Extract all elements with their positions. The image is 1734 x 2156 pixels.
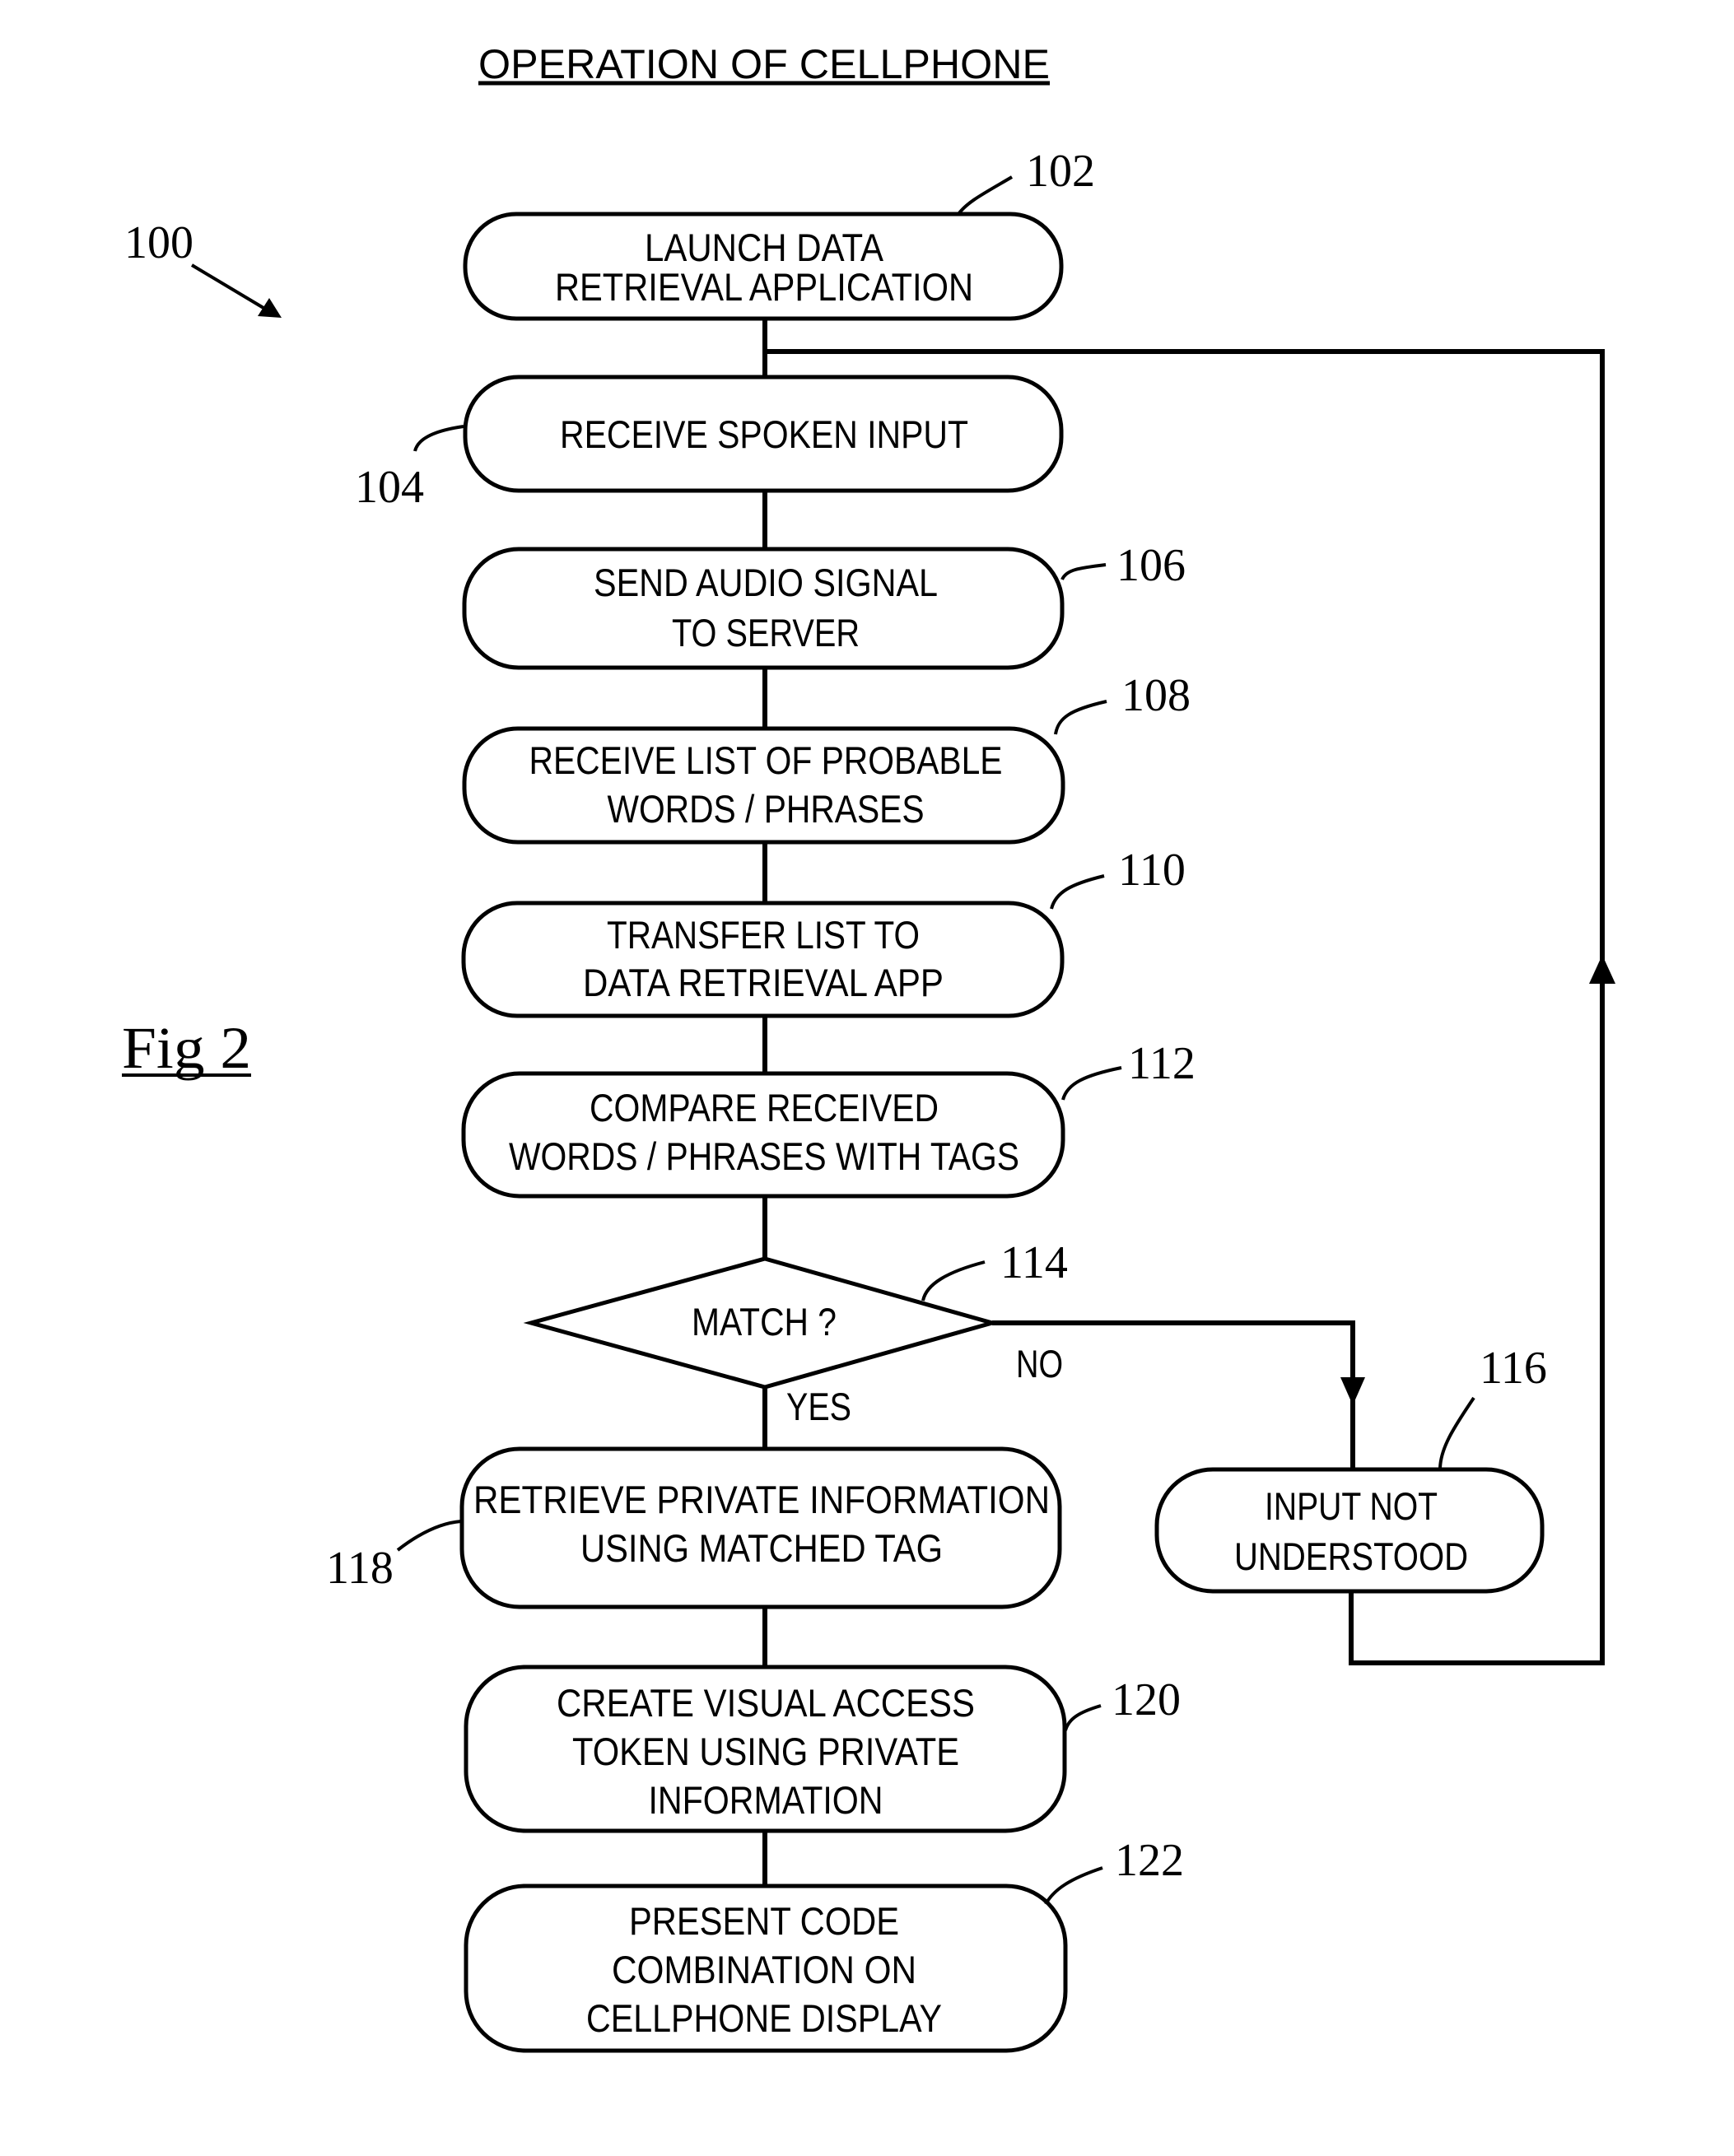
step-102-launch-app: LAUNCH DATA RETRIEVAL APPLICATION 102 (463, 146, 1095, 321)
decision-114-text: MATCH ? (692, 1300, 837, 1343)
decision-114-match: MATCH ? 114 YES NO (523, 1237, 1068, 1428)
step-112-line-2: WORDS / PHRASES WITH TAGS (509, 1134, 1019, 1178)
ref-label-110: 110 (1118, 845, 1186, 896)
step-108-receive-list: RECEIVE LIST OF PROBABLE WORDS / PHRASES… (462, 670, 1191, 845)
step-104-receive-spoken-input: RECEIVE SPOKEN INPUT 104 (355, 375, 1064, 513)
loop-back-arrow-icon (1589, 955, 1615, 984)
step-108-leader (1054, 700, 1107, 735)
step-106-leader (1060, 563, 1107, 580)
step-110-line-2: DATA RETRIEVAL APP (583, 961, 944, 1004)
ref-label-112: 112 (1128, 1038, 1196, 1089)
ref-label-114: 114 (1000, 1237, 1068, 1288)
step-112-leader (1061, 1066, 1122, 1101)
ref-label-102: 102 (1026, 146, 1095, 197)
step-122-present-code: PRESENT CODE COMBINATION ON CELLPHONE DI… (464, 1835, 1184, 2053)
ref-label-108: 108 (1121, 670, 1191, 721)
step-122-line-1: PRESENT CODE (629, 1899, 899, 1943)
step-116-line-1: INPUT NOT (1265, 1484, 1438, 1528)
yes-branch-label: YES (786, 1385, 851, 1428)
step-118-line-1: RETRIEVE PRIVATE INFORMATION (473, 1478, 1050, 1521)
no-branch-arrow-icon (1340, 1377, 1365, 1405)
step-116-line-2: UNDERSTOOD (1234, 1534, 1468, 1578)
step-104-line-1: RECEIVE SPOKEN INPUT (560, 412, 968, 456)
step-110-line-1: TRANSFER LIST TO (607, 913, 920, 957)
step-120-leader (1064, 1704, 1102, 1731)
step-112-line-1: COMPARE RECEIVED (590, 1086, 939, 1129)
title-text: OPERATION OF CELLPHONE (478, 41, 1050, 87)
flowchart: OPERATION OF CELLPHONE 100 Fig 2 LAUNCH … (122, 41, 1615, 2053)
step-116-leader (1438, 1396, 1475, 1470)
figure-label-text: Fig 2 (122, 1015, 251, 1081)
step-106-send-audio: SEND AUDIO SIGNAL TO SERVER 106 (462, 540, 1186, 670)
ref-label-104: 104 (355, 462, 424, 513)
step-118-line-2: USING MATCHED TAG (580, 1526, 943, 1570)
step-104-leader (413, 425, 464, 452)
step-102-leader (957, 175, 1014, 216)
ref-label-100: 100 (124, 217, 193, 268)
step-122-line-3: CELLPHONE DISPLAY (586, 1996, 942, 2040)
decision-114-leader (921, 1260, 986, 1302)
step-108-line-2: WORDS / PHRASES (608, 787, 925, 831)
ref-label-120: 120 (1112, 1674, 1181, 1725)
step-122-line-2: COMBINATION ON (612, 1948, 916, 1991)
step-118-retrieve-private-info: RETRIEVE PRIVATE INFORMATION USING MATCH… (326, 1446, 1062, 1609)
step-110-transfer-list: TRANSFER LIST TO DATA RETRIEVAL APP 110 (461, 845, 1186, 1018)
step-122-leader (1044, 1866, 1103, 1906)
step-110-leader (1050, 874, 1105, 910)
step-102-line-1: LAUNCH DATA (645, 226, 884, 269)
no-branch-label: NO (1016, 1342, 1063, 1385)
step-108-line-1: RECEIVE LIST OF PROBABLE (529, 738, 1003, 782)
step-102-line-2: RETRIEVAL APPLICATION (555, 265, 973, 309)
step-106-line-1: SEND AUDIO SIGNAL (594, 561, 938, 604)
step-118-leader (396, 1520, 462, 1552)
ref-label-116: 116 (1480, 1343, 1547, 1394)
step-120-line-1: CREATE VISUAL ACCESS (557, 1681, 975, 1725)
diagram-title: OPERATION OF CELLPHONE (478, 41, 1050, 87)
step-106-line-2: TO SERVER (672, 611, 860, 654)
step-112-compare: COMPARE RECEIVED WORDS / PHRASES WITH TA… (461, 1038, 1196, 1199)
ref-label-106: 106 (1116, 540, 1186, 591)
step-120-line-2: TOKEN USING PRIVATE (572, 1730, 959, 1773)
reference-arrow-line (190, 263, 265, 310)
ref-label-118: 118 (326, 1543, 394, 1594)
step-120-create-token: CREATE VISUAL ACCESS TOKEN USING PRIVATE… (464, 1665, 1181, 1833)
figure-label: Fig 2 (122, 1015, 251, 1081)
diagram-reference: 100 (124, 217, 282, 318)
step-120-line-3: INFORMATION (649, 1778, 883, 1822)
ref-label-122: 122 (1115, 1835, 1184, 1886)
